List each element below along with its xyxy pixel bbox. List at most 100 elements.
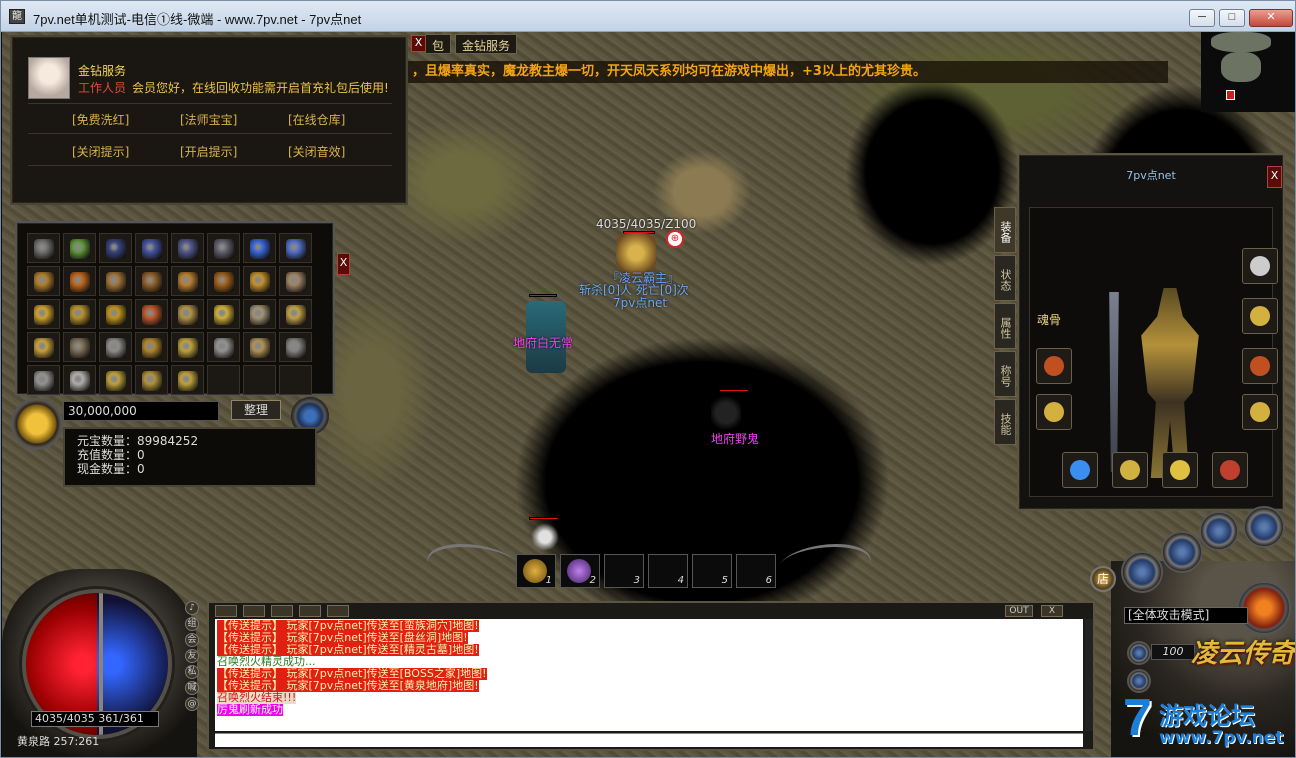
chat-out-button[interactable]: OUT	[1005, 605, 1033, 617]
inventory-slot[interactable]	[27, 266, 60, 296]
bracelet-right-slot[interactable]	[1242, 348, 1278, 384]
inventory-slot[interactable]	[63, 266, 96, 296]
friend-icon[interactable]: 友	[185, 649, 199, 663]
tab-equipment[interactable]: 装备	[994, 207, 1016, 253]
chat-guild-button[interactable]	[299, 605, 321, 617]
inventory-slot[interactable]	[27, 299, 60, 329]
inventory-slot[interactable]	[99, 299, 132, 329]
tab-skills[interactable]: 技能	[994, 399, 1016, 445]
inventory-slot[interactable]	[99, 332, 132, 362]
inventory-slot[interactable]	[279, 266, 312, 296]
inventory-slot[interactable]	[207, 233, 240, 263]
ring-right-slot[interactable]	[1242, 394, 1278, 430]
divider	[28, 103, 392, 104]
shout-icon[interactable]: 喊	[185, 681, 199, 695]
inventory-slot[interactable]	[243, 365, 276, 395]
boots-slot[interactable]	[1162, 452, 1198, 488]
inventory-slot[interactable]	[207, 299, 240, 329]
belt-slot[interactable]	[1112, 452, 1148, 488]
gem-slot[interactable]	[1062, 452, 1098, 488]
inventory-slot[interactable]	[171, 299, 204, 329]
inventory-slot[interactable]	[27, 332, 60, 362]
bracelet-left-slot[interactable]	[1036, 348, 1072, 384]
inventory-slot[interactable]	[207, 332, 240, 362]
character-frame	[1029, 207, 1278, 497]
inventory-slot[interactable]	[207, 266, 240, 296]
group-icon[interactable]: 组	[185, 617, 199, 631]
minimap[interactable]	[1201, 32, 1295, 112]
team-button[interactable]	[1199, 511, 1239, 551]
inventory-slot[interactable]	[171, 266, 204, 296]
inventory-slot[interactable]	[243, 332, 276, 362]
gold-service-button[interactable]: 金钻服务	[455, 34, 518, 54]
inventory-slot[interactable]	[99, 365, 132, 395]
npc-close-button[interactable]: X	[411, 35, 426, 52]
inventory-slot[interactable]	[171, 332, 204, 362]
mage-pet-link[interactable]: [法师宝宝]	[180, 111, 237, 128]
necklace-slot[interactable]	[1242, 248, 1278, 284]
chat-all-button[interactable]	[215, 605, 237, 617]
tab-attributes[interactable]: 属性	[994, 303, 1016, 349]
chat-private-button[interactable]	[243, 605, 265, 617]
tab-status[interactable]: 状态	[994, 255, 1016, 301]
chat-input[interactable]	[215, 733, 1083, 747]
bag-button[interactable]: 包	[425, 34, 452, 54]
cash-count: 现金数量：0	[77, 462, 145, 476]
inventory-slot[interactable]	[99, 233, 132, 263]
inventory-slot[interactable]	[63, 365, 96, 395]
whisper-icon[interactable]: 私	[185, 665, 199, 679]
close-button[interactable]: ✕	[1249, 9, 1293, 27]
charm-slot[interactable]	[1212, 452, 1248, 488]
inventory-slot[interactable]	[279, 332, 312, 362]
at-icon[interactable]: @	[185, 697, 199, 711]
inventory-slot[interactable]	[135, 365, 168, 395]
online-storage-link[interactable]: [在线仓库]	[288, 111, 345, 128]
mute-sound-link[interactable]: [关闭音效]	[288, 143, 345, 160]
chat-shout-button[interactable]	[327, 605, 349, 617]
inventory-slot[interactable]	[135, 332, 168, 362]
inventory-close-button[interactable]: X	[337, 253, 350, 275]
maximize-button[interactable]: □	[1219, 9, 1245, 27]
inventory-slot[interactable]	[171, 365, 204, 395]
inventory-slot[interactable]	[171, 233, 204, 263]
guild-icon[interactable]: 会	[185, 633, 199, 647]
mob-wild-ghost[interactable]	[711, 393, 741, 433]
close-tips-link[interactable]: [关闭提示]	[72, 143, 129, 160]
ring-slot[interactable]	[1242, 298, 1278, 334]
sound-button[interactable]	[1243, 506, 1285, 548]
chat-scrollbar[interactable]	[1085, 619, 1093, 731]
skills-button[interactable]	[1121, 551, 1163, 593]
inventory-slot[interactable]	[279, 365, 312, 395]
equipment-close-button[interactable]: X	[1267, 166, 1282, 188]
tab-titles[interactable]: 称号	[994, 351, 1016, 397]
inventory-slot[interactable]	[27, 365, 60, 395]
inventory-slot[interactable]	[135, 266, 168, 296]
inventory-slot[interactable]	[63, 299, 96, 329]
open-tips-link[interactable]: [开启提示]	[180, 143, 237, 160]
inventory-slot[interactable]	[279, 233, 312, 263]
inventory-slot[interactable]	[207, 365, 240, 395]
character-button[interactable]	[1161, 531, 1203, 573]
shop-button[interactable]: 店	[1090, 566, 1116, 592]
inventory-slot[interactable]	[63, 332, 96, 362]
chat-group-button[interactable]	[271, 605, 293, 617]
npc-dialog: 金钻服务 工作人员 会员您好，在线回收功能需开启首充礼包后使用! [免费洗红] …	[10, 35, 408, 205]
inventory-slot[interactable]	[243, 233, 276, 263]
map-marker-icon[interactable]: ⊕	[666, 230, 684, 248]
chat-close-button[interactable]: X	[1041, 605, 1063, 617]
sort-button[interactable]: 整理	[231, 400, 281, 420]
ring-left-slot[interactable]	[1036, 394, 1072, 430]
player-name: 7pv点net	[613, 296, 668, 310]
attack-mode[interactable]: [全体攻击模式]	[1124, 607, 1248, 624]
free-redname-link[interactable]: [免费洗红]	[72, 111, 129, 128]
inventory-slot[interactable]	[135, 233, 168, 263]
inventory-slot[interactable]	[135, 299, 168, 329]
inventory-slot[interactable]	[279, 299, 312, 329]
inventory-slot[interactable]	[99, 266, 132, 296]
inventory-slot[interactable]	[27, 233, 60, 263]
minimize-button[interactable]: ─	[1189, 9, 1215, 27]
volume-icon[interactable]: ♪	[185, 601, 199, 615]
inventory-slot[interactable]	[243, 299, 276, 329]
inventory-slot[interactable]	[243, 266, 276, 296]
inventory-slot[interactable]	[63, 233, 96, 263]
